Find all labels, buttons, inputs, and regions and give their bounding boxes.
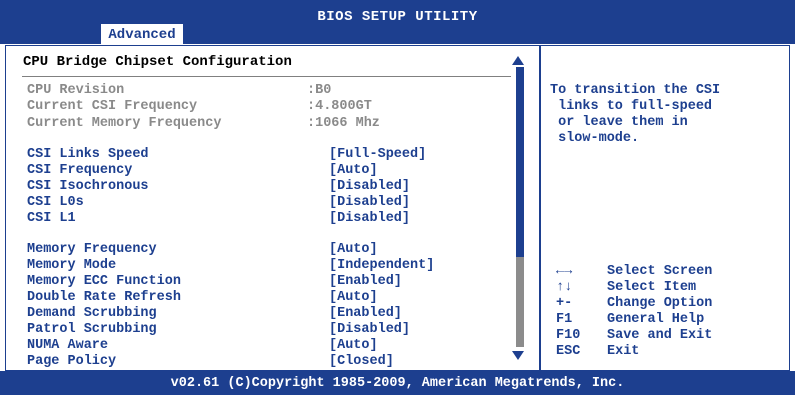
scroll-down-arrow-icon[interactable] [512, 351, 524, 360]
setting-memory-frequency[interactable]: Memory Frequency [27, 242, 157, 257]
setting-double-rate-refresh[interactable]: Double Rate Refresh [27, 290, 181, 305]
value-page-policy[interactable]: [Closed] [329, 354, 394, 369]
value-csi-l0s[interactable]: [Disabled] [329, 195, 410, 210]
value-patrol-scrubbing[interactable]: [Disabled] [329, 322, 410, 337]
info-value-csi-frequency: :4.800GT [307, 99, 372, 114]
value-csi-isochronous[interactable]: [Disabled] [329, 179, 410, 194]
value-memory-frequency[interactable]: [Auto] [329, 242, 378, 257]
key-general-help-desc: General Help [607, 312, 705, 327]
setting-csi-isochronous[interactable]: CSI Isochronous [27, 179, 149, 194]
copyright-footer: v02.61 (C)Copyright 1985-2009, American … [0, 371, 795, 395]
setting-patrol-scrubbing[interactable]: Patrol Scrubbing [27, 322, 157, 337]
key-exit-desc: Exit [607, 344, 640, 359]
info-label-csi-frequency: Current CSI Frequency [27, 99, 198, 114]
setting-page-policy[interactable]: Page Policy [27, 354, 116, 369]
setting-csi-links-speed[interactable]: CSI Links Speed [27, 147, 149, 162]
setting-memory-ecc[interactable]: Memory ECC Function [27, 274, 181, 289]
value-double-rate-refresh[interactable]: [Auto] [329, 290, 378, 305]
key-select-screen-desc: Select Screen [607, 264, 713, 279]
info-label-memory-frequency: Current Memory Frequency [27, 116, 222, 131]
value-demand-scrubbing[interactable]: [Enabled] [329, 306, 402, 321]
key-save-exit-desc: Save and Exit [607, 328, 713, 343]
key-select-item-desc: Select Item [607, 280, 697, 295]
key-change-option-desc: Change Option [607, 296, 713, 311]
setting-numa-aware[interactable]: NUMA Aware [27, 338, 108, 353]
value-memory-ecc[interactable]: [Enabled] [329, 274, 402, 289]
key-change-option-icon: +- [556, 296, 573, 311]
key-select-item-icon: ↑↓ [556, 280, 573, 295]
scroll-up-arrow-icon[interactable] [512, 56, 524, 65]
key-select-screen-icon: ←→ [556, 264, 573, 279]
scrollbar-thumb[interactable] [516, 67, 524, 257]
value-numa-aware[interactable]: [Auto] [329, 338, 378, 353]
value-csi-frequency[interactable]: [Auto] [329, 163, 378, 178]
setting-csi-frequency[interactable]: CSI Frequency [27, 163, 132, 178]
scrollbar-remaining[interactable] [516, 257, 524, 347]
bios-screen: BIOS SETUP UTILITY Advanced CPU Bridge C… [0, 0, 795, 395]
window-title: BIOS SETUP UTILITY [317, 9, 478, 25]
value-csi-links-speed[interactable]: [Full-Speed] [329, 147, 426, 162]
setting-memory-mode[interactable]: Memory Mode [27, 258, 116, 273]
tab-advanced[interactable]: Advanced [101, 24, 183, 45]
title-bar: BIOS SETUP UTILITY Advanced [0, 0, 795, 45]
section-title: CPU Bridge Chipset Configuration [23, 54, 292, 70]
info-label-cpu-revision: CPU Revision [27, 83, 125, 98]
setting-csi-l1[interactable]: CSI L1 [27, 211, 76, 226]
value-csi-l1[interactable]: [Disabled] [329, 211, 410, 226]
section-divider [22, 76, 511, 77]
info-value-memory-frequency: :1066 Mhz [307, 116, 380, 131]
key-save-exit: F10 [556, 328, 581, 343]
key-general-help: F1 [556, 312, 573, 327]
help-text: To transition the CSI links to full-spee… [550, 83, 721, 146]
info-value-cpu-revision: :B0 [307, 83, 332, 98]
setting-demand-scrubbing[interactable]: Demand Scrubbing [27, 306, 157, 321]
value-memory-mode[interactable]: [Independent] [329, 258, 434, 273]
key-exit: ESC [556, 344, 581, 359]
setting-csi-l0s[interactable]: CSI L0s [27, 195, 84, 210]
